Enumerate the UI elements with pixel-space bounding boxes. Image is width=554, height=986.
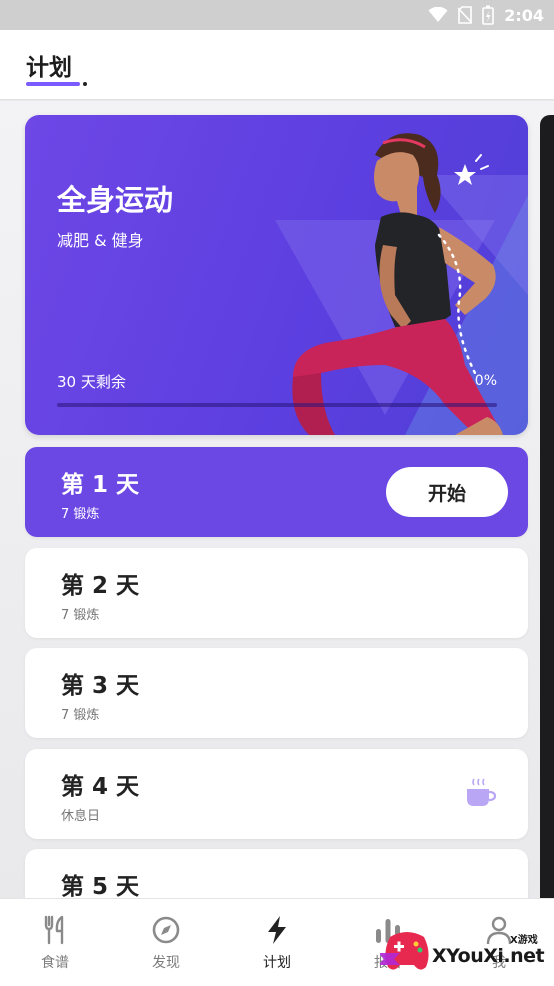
next-plan-card-peek[interactable]	[540, 115, 554, 898]
status-time: 2:04	[504, 5, 544, 25]
day-title: 第 3 天	[61, 673, 140, 699]
wifi-icon	[428, 7, 448, 22]
coffee-cup-icon	[467, 778, 496, 806]
watermark-small-text: X游戏	[510, 935, 538, 946]
start-button[interactable]: 开始	[386, 467, 508, 517]
day-title: 第 5 天	[61, 874, 140, 898]
lightning-icon	[268, 916, 286, 944]
watermark: X游戏 XYouXi.net	[380, 919, 550, 979]
compass-icon	[152, 916, 180, 944]
nav-label: 计划	[263, 955, 291, 971]
watermark-text: XYouXi.net	[432, 945, 545, 967]
plan-progress-bar	[57, 403, 497, 407]
plan-subtitle: 减肥 & 健身	[57, 231, 144, 250]
days-remaining: 30 天剩余	[57, 373, 126, 391]
nav-label: 食谱	[41, 955, 69, 971]
gamepad-logo-icon	[380, 932, 429, 970]
day-title: 第 1 天	[61, 472, 140, 498]
status-bar: 2:04	[0, 0, 554, 30]
day-subtitle: 7 锻炼	[61, 608, 100, 623]
plan-title: 全身运动	[57, 183, 174, 217]
day-subtitle: 7 锻炼	[61, 708, 100, 723]
battery-icon	[482, 5, 495, 25]
plan-card[interactable]: 全身运动 减肥 & 健身 30 天剩余 0%	[25, 115, 528, 435]
title-underline	[26, 82, 80, 86]
no-sim-icon	[458, 6, 473, 24]
day-title: 第 2 天	[61, 573, 140, 599]
nav-item-plan[interactable]: 计划	[222, 899, 332, 986]
bottom-nav: 食谱 发现 计划 报告 我	[0, 898, 554, 986]
nav-label: 发现	[152, 955, 180, 971]
day-card-1[interactable]: 第 1 天 7 锻炼 开始	[25, 447, 528, 537]
day-card-2[interactable]: 第 2 天 7 锻炼	[25, 548, 528, 638]
day-card-4[interactable]: 第 4 天 休息日	[25, 749, 528, 839]
day-card-5[interactable]: 第 5 天	[25, 849, 528, 898]
app-header: 计划	[0, 30, 554, 100]
nav-item-discover[interactable]: 发现	[111, 899, 221, 986]
progress-percent: 0%	[474, 373, 497, 389]
page-title: 计划	[26, 55, 72, 81]
day-subtitle: 休息日	[61, 809, 101, 824]
day-card-3[interactable]: 第 3 天 7 锻炼	[25, 648, 528, 738]
day-title: 第 4 天	[61, 774, 140, 800]
plan-list[interactable]: 全身运动 减肥 & 健身 30 天剩余 0% 第 1 天 7 锻炼 开始 第 2…	[0, 101, 554, 898]
day-subtitle: 7 锻炼	[61, 507, 100, 522]
title-dot	[83, 82, 87, 86]
nav-item-recipes[interactable]: 食谱	[0, 899, 110, 986]
fork-knife-icon	[44, 915, 64, 945]
